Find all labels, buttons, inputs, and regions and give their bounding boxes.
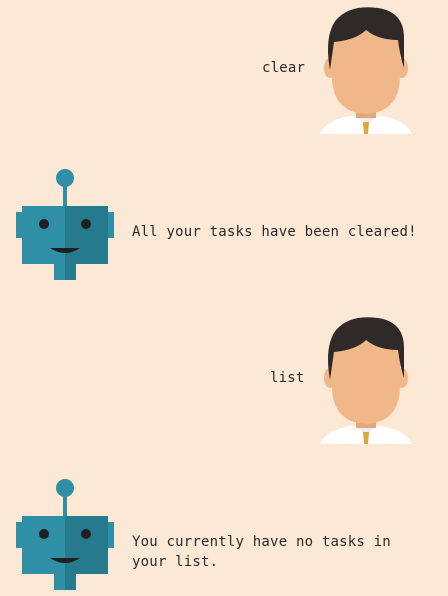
bot-message-text: You currently have no tasks in your list… [132,534,391,570]
user-avatar-icon [320,7,412,134]
robot-avatar-icon [16,479,114,590]
bot-message-text: All your tasks have been cleared! [132,224,417,240]
user-message-text: list [270,370,305,386]
robot-avatar-icon [16,169,114,280]
user-avatar-icon [320,317,412,444]
user-message-text: clear [262,60,306,76]
chat-transcript: clear All your tasks have been cleared! … [0,0,448,596]
